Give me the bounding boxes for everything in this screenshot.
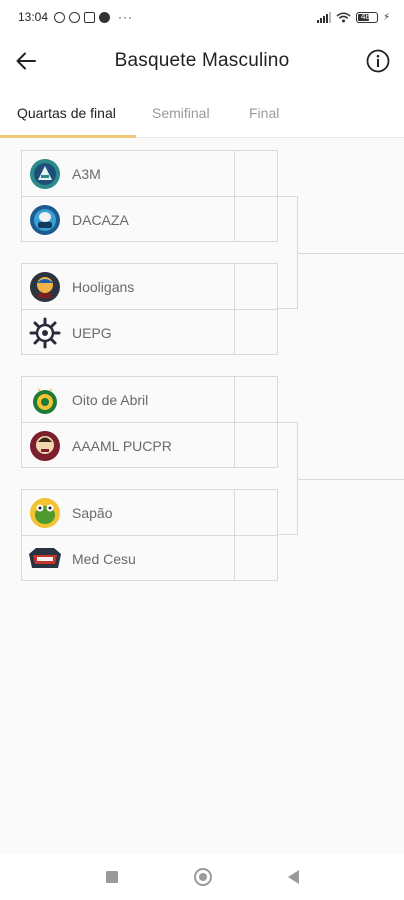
team-name: Med Cesu xyxy=(72,550,136,567)
team-name: AAAML PUCPR xyxy=(72,437,172,454)
back-icon[interactable] xyxy=(287,869,299,884)
bracket: A3M DACAZA Hooligans UEPG Oito de Abril … xyxy=(0,138,404,853)
team-name: Hooligans xyxy=(72,279,135,295)
info-icon xyxy=(366,49,390,73)
match-card[interactable]: Sapão Med Cesu xyxy=(21,489,278,581)
wifi-icon xyxy=(336,12,351,22)
team-name: UEPG xyxy=(72,324,112,341)
more-notifications-icon: ··· xyxy=(118,10,134,24)
round-tabs: Quartas de final Semifinal Final xyxy=(0,88,404,138)
status-time: 13:04 xyxy=(18,10,49,24)
team-name: Sapão xyxy=(72,505,113,521)
whatsapp-icon xyxy=(69,11,81,23)
notification-icons: ··· xyxy=(54,10,133,24)
team-row[interactable]: AAAML PUCPR xyxy=(22,422,277,468)
team-row[interactable]: Oito de Abril xyxy=(22,377,277,423)
score-box xyxy=(234,377,277,423)
score-box xyxy=(234,490,277,536)
score-box xyxy=(234,310,277,355)
status-bar: 13:04 ··· 48 ⚡ xyxy=(0,0,404,34)
home-icon[interactable] xyxy=(193,867,212,886)
bracket-connector xyxy=(277,422,298,535)
app-bar: Basquete Masculino xyxy=(0,34,404,88)
team-row[interactable]: Hooligans xyxy=(22,264,277,310)
med-cesu-logo xyxy=(28,542,62,576)
dacaza-logo xyxy=(28,203,62,237)
aaaml-pucpr-logo xyxy=(28,429,62,463)
score-box xyxy=(234,264,277,310)
status-right: 48 ⚡ xyxy=(316,11,390,23)
hooligans-logo xyxy=(28,270,62,304)
tab-final[interactable]: Final xyxy=(249,88,279,138)
score-box xyxy=(234,197,277,242)
page-title: Basquete Masculino xyxy=(114,50,290,71)
team-row[interactable]: A3M xyxy=(22,151,277,197)
charging-icon: ⚡ xyxy=(382,11,390,23)
team-row[interactable]: DACAZA xyxy=(22,196,277,242)
sapao-logo xyxy=(28,496,62,530)
bracket-connector xyxy=(277,196,298,309)
arrow-left-icon xyxy=(16,52,36,70)
recents-icon[interactable] xyxy=(105,870,118,883)
tab-quartas-de-final[interactable]: Quartas de final xyxy=(17,88,116,138)
battery-level: 48 xyxy=(360,11,370,21)
tab-semifinal[interactable]: Semifinal xyxy=(152,88,210,138)
a3m-logo xyxy=(28,157,62,191)
score-box xyxy=(234,423,277,468)
match-card[interactable]: Hooligans UEPG xyxy=(21,263,278,355)
match-card[interactable]: A3M DACAZA xyxy=(21,150,278,242)
uepg-logo xyxy=(28,316,62,350)
team-name: Oito de Abril xyxy=(72,392,149,408)
battery-icon: 48 xyxy=(355,11,378,23)
system-nav-bar xyxy=(0,853,404,900)
bracket-connector-line xyxy=(298,479,404,480)
team-name: DACAZA xyxy=(72,211,129,228)
oito-de-abril-logo xyxy=(28,383,62,417)
alarm-icon xyxy=(54,11,66,23)
team-row[interactable]: Sapão xyxy=(22,490,277,536)
info-button[interactable] xyxy=(352,34,404,88)
chat-icon xyxy=(84,11,96,23)
team-row[interactable]: Med Cesu xyxy=(22,535,277,581)
score-box xyxy=(234,151,277,197)
signal-icon xyxy=(316,11,331,23)
match-card[interactable]: Oito de Abril AAAML PUCPR xyxy=(21,376,278,468)
bracket-connector-line xyxy=(298,253,404,254)
back-button[interactable] xyxy=(0,34,52,88)
team-row[interactable]: UEPG xyxy=(22,309,277,355)
score-box xyxy=(234,536,277,581)
team-name: A3M xyxy=(72,166,101,182)
app-notification-icon xyxy=(99,11,111,23)
